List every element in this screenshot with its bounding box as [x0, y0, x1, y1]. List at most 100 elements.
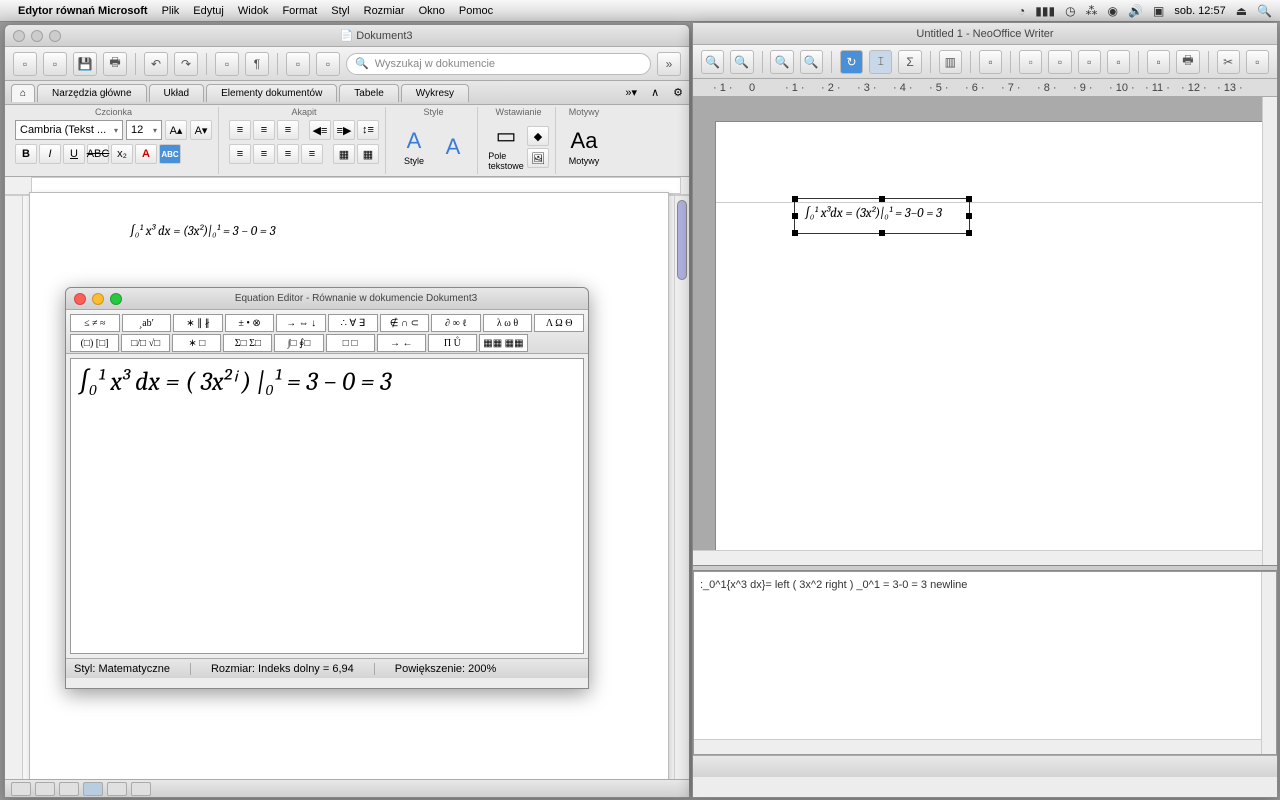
shape-button[interactable]: ◆ — [527, 126, 549, 146]
justify-button[interactable]: ≡ — [301, 144, 323, 164]
view-draft-button[interactable] — [59, 782, 79, 796]
view-focus-button[interactable] — [131, 782, 151, 796]
neo-page3-button[interactable]: ▫ — [1107, 50, 1130, 74]
subscript-button[interactable]: x₂ — [111, 144, 133, 164]
eq-tpl-matrix[interactable]: ▦▦ ▦▦ — [479, 334, 528, 352]
eq-palette-set[interactable]: ∉ ∩ ⊂ — [380, 314, 430, 332]
grow-font-button[interactable]: A▴ — [165, 120, 187, 140]
search-input[interactable]: 🔍 Wyszukaj w dokumencie — [346, 53, 651, 75]
neo-cut-button[interactable]: ✂ — [1217, 50, 1240, 74]
undo-button[interactable]: ↶ — [144, 52, 168, 76]
view-print-button[interactable] — [83, 782, 103, 796]
new-doc-button[interactable]: ▫ — [13, 52, 37, 76]
eq-palette-relational[interactable]: ≤ ≠ ≈ — [70, 314, 120, 332]
eq-minimize-button[interactable] — [92, 293, 104, 305]
borders-button[interactable]: ▦ — [333, 144, 355, 164]
word-ruler-vertical[interactable] — [5, 196, 23, 781]
neo-open-button[interactable]: ▫ — [1147, 50, 1170, 74]
neo-sigma-button[interactable]: Σ — [898, 50, 921, 74]
neo-formula-code[interactable]: :_0^1{x^3 dx}= left ( 3x^2 right ) _0^1 … — [700, 579, 967, 591]
eq-palette-spaces[interactable]: ¸ab′ — [122, 314, 172, 332]
neo-doc-button[interactable]: ▫ — [979, 50, 1002, 74]
neo-cursor-button[interactable]: 𝙸 — [869, 50, 892, 74]
print-button[interactable]: 🖶 — [103, 52, 127, 76]
format-button[interactable]: ▫ — [215, 52, 239, 76]
redo-button[interactable]: ↷ — [174, 52, 198, 76]
neo-zoom-fit-button[interactable]: 🔍 — [770, 50, 793, 74]
indent-button[interactable]: ≡▶ — [333, 120, 355, 140]
neo-doc-hscrollbar[interactable] — [693, 550, 1262, 565]
ribbon-more-button[interactable]: »▾ — [619, 86, 643, 99]
eq-palette-greek-lower[interactable]: λ ω θ — [483, 314, 533, 332]
spotlight-icon[interactable]: 🔍 — [1257, 4, 1272, 18]
ribbon-collapse-button[interactable]: ∧ — [645, 86, 665, 99]
menu-format[interactable]: Format — [282, 5, 317, 17]
menu-plik[interactable]: Plik — [162, 5, 180, 17]
tab-tabele[interactable]: Tabele — [339, 84, 398, 102]
eq-palette-misc[interactable]: ∂ ∞ ℓ — [431, 314, 481, 332]
tab-narzedzia[interactable]: Narzędzia główne — [37, 84, 147, 102]
eq-tpl-integral[interactable]: ∫□ ∮□ — [274, 334, 323, 352]
ribbon-settings-button[interactable]: ⚙ — [667, 86, 689, 99]
eq-equation-large[interactable]: ∫₀¹ x³ dx = ( 3x²ⁱ ) |₀¹ = 3 − 0 = 3 — [79, 367, 575, 397]
align-right-button[interactable]: ≡ — [277, 144, 299, 164]
italic-button[interactable]: I — [39, 144, 61, 164]
bold-button[interactable]: B — [15, 144, 37, 164]
menu-widok[interactable]: Widok — [238, 5, 269, 17]
wifi-icon[interactable]: ◉ — [1108, 4, 1118, 18]
tab-home-icon[interactable]: ⌂ — [11, 84, 35, 102]
themes-button[interactable]: AaMotywy — [566, 123, 602, 171]
neo-page[interactable]: ∫₀¹ x³dx = (3x²)|₀¹ = 3−0 = 3 — [715, 121, 1275, 565]
eq-palette-greek-upper[interactable]: Λ Ω Θ — [534, 314, 584, 332]
eq-editing-canvas[interactable]: ∫₀¹ x³ dx = ( 3x²ⁱ ) |₀¹ = 3 − 0 = 3 — [70, 358, 584, 654]
outdent-button[interactable]: ◀≡ — [309, 120, 331, 140]
eq-palette-embellish[interactable]: ∗ ∥ ∦ — [173, 314, 223, 332]
para-button[interactable]: ¶ — [245, 52, 269, 76]
linespacing-button[interactable]: ↕≡ — [357, 120, 379, 140]
eq-tpl-subsup[interactable]: ∗ □ — [172, 334, 221, 352]
tab-uklad[interactable]: Układ — [149, 84, 205, 102]
hide-button[interactable]: ▫ — [316, 52, 340, 76]
neo-print-button[interactable]: 🖶 — [1176, 50, 1199, 74]
neo-equation-object[interactable]: ∫₀¹ x³dx = (3x²)|₀¹ = 3−0 = 3 — [794, 198, 970, 234]
eq-tpl-fractions[interactable]: □/□ √□ — [121, 334, 170, 352]
multilevel-button[interactable]: ≡ — [277, 120, 299, 140]
neo-formula-editor[interactable]: :_0^1{x^3 dx}= left ( 3x^2 right ) _0^1 … — [693, 571, 1277, 755]
align-center-button[interactable]: ≡ — [253, 144, 275, 164]
tab-wykresy[interactable]: Wykresy — [401, 84, 469, 102]
zoom-button[interactable] — [49, 30, 61, 42]
align-left-button[interactable]: ≡ — [229, 144, 251, 164]
neo-export-button[interactable]: ▫ — [1019, 50, 1042, 74]
menu-okno[interactable]: Okno — [419, 5, 445, 17]
tab-elementy[interactable]: Elementy dokumentów — [206, 84, 337, 102]
menu-styl[interactable]: Styl — [331, 5, 349, 17]
close-button[interactable] — [13, 30, 25, 42]
eq-tpl-overbar[interactable]: □ □ — [326, 334, 375, 352]
eq-titlebar[interactable]: Equation Editor - Równanie w dokumencie … — [66, 288, 588, 310]
neo-document-area[interactable]: ∫₀¹ x³dx = (3x²)|₀¹ = 3−0 = 3 — [693, 97, 1277, 565]
charge-icon[interactable]: ▣ — [1153, 4, 1164, 18]
neo-code-vscrollbar[interactable] — [1261, 572, 1276, 754]
eq-palette-operators[interactable]: ± • ⊗ — [225, 314, 275, 332]
neo-ruler[interactable]: · 1 · 0 · 1 · · 2 · · 3 · · 4 · · 5 · · … — [693, 79, 1277, 97]
neo-refresh-button[interactable]: ↻ — [840, 50, 863, 74]
neo-titlebar[interactable]: Untitled 1 - NeoOffice Writer — [693, 23, 1277, 45]
menu-rozmiar[interactable]: Rozmiar — [364, 5, 405, 17]
app-name[interactable]: Edytor równań Microsoft — [18, 5, 148, 17]
bluetooth-icon[interactable]: ⁂ — [1086, 4, 1098, 18]
shrink-font-button[interactable]: A▾ — [190, 120, 212, 140]
notification-icon[interactable]: ◔ — [1018, 4, 1025, 18]
neo-zoom-in-button[interactable]: 🔍 — [701, 50, 724, 74]
eq-palette-arrows[interactable]: → ⇔ ↓ — [276, 314, 326, 332]
shading-button[interactable]: ▦ — [357, 144, 379, 164]
eq-close-button[interactable] — [74, 293, 86, 305]
eq-tpl-labeled-arrow[interactable]: → ← — [377, 334, 426, 352]
styles-button[interactable]: AStyle — [396, 123, 432, 171]
neo-zoom-out-button[interactable]: 🔍 — [730, 50, 753, 74]
neo-copy-button[interactable]: ▫ — [1246, 50, 1269, 74]
eq-tpl-products[interactable]: Π Ů — [428, 334, 477, 352]
word-titlebar[interactable]: 📄 Dokument3 — [5, 25, 689, 47]
neo-zoom-100-button[interactable]: 🔍 — [800, 50, 823, 74]
timemachine-icon[interactable]: ◷ — [1065, 4, 1075, 18]
eq-tpl-sum[interactable]: Σ□ Σ□ — [223, 334, 272, 352]
